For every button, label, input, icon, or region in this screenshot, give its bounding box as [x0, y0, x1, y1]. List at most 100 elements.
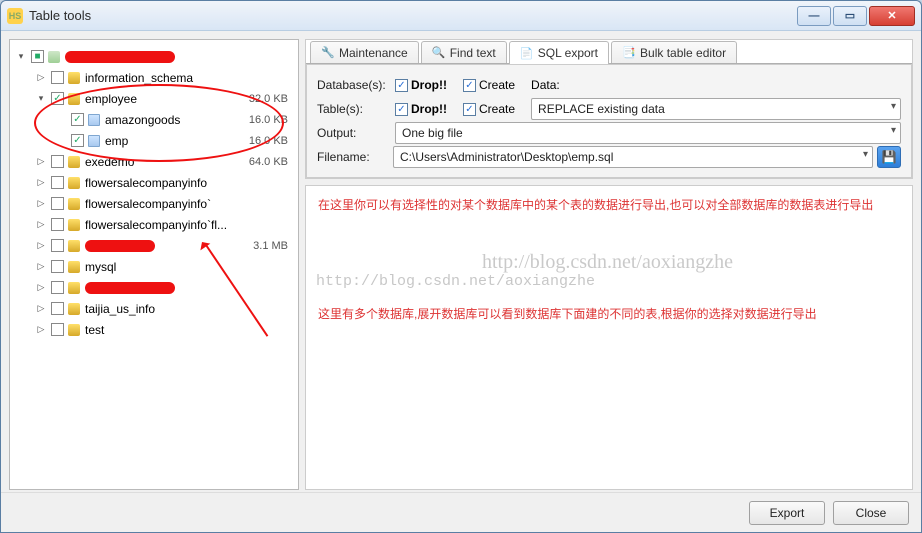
- chk-db-create[interactable]: ✓Create: [463, 78, 515, 92]
- checkbox[interactable]: [51, 218, 64, 231]
- database-icon: [67, 323, 81, 337]
- database-tree[interactable]: ▾ ■ ▷ information_schema ▾✓employee32.0 KB…: [9, 39, 299, 490]
- expander-icon[interactable]: ▷: [34, 156, 48, 167]
- close-button[interactable]: Close: [833, 501, 909, 525]
- database-icon: [67, 176, 81, 190]
- export-button[interactable]: Export: [749, 501, 825, 525]
- minimize-button[interactable]: —: [797, 6, 831, 26]
- chk-db-drop[interactable]: ✓Drop!!: [395, 78, 447, 92]
- tree-row[interactable]: ▷mysql: [10, 256, 298, 277]
- tree-label: information_schema: [85, 71, 288, 85]
- chk-tb-create[interactable]: ✓Create: [463, 102, 515, 116]
- row-table: Table(s): ✓Drop!! ✓Create REPLACE existi…: [317, 97, 901, 121]
- checkbox[interactable]: [51, 197, 64, 210]
- checkbox[interactable]: ✓: [71, 134, 84, 147]
- tab-label: Bulk table editor: [640, 46, 726, 60]
- tab-find-text[interactable]: 🔍 Find text: [421, 41, 507, 63]
- tree-label: emp: [105, 134, 249, 148]
- checkbox[interactable]: [51, 155, 64, 168]
- expander-icon[interactable]: ▷: [34, 324, 48, 335]
- tab-icon: 📄: [520, 46, 534, 60]
- checkbox[interactable]: [51, 323, 64, 336]
- row-database: Database(s): ✓Drop!! ✓Create Data:: [317, 73, 901, 97]
- combo-data-mode[interactable]: REPLACE existing data: [531, 98, 901, 120]
- tree-row[interactable]: ▷exedemo64.0 KB: [10, 151, 298, 172]
- checkbox[interactable]: [51, 302, 64, 315]
- expander-icon[interactable]: ▷: [34, 198, 48, 209]
- database-icon: [67, 302, 81, 316]
- expander-icon[interactable]: ▷: [34, 219, 48, 230]
- tab-bulk-table-editor[interactable]: 📑 Bulk table editor: [611, 41, 737, 63]
- right-panel: 🔧Maintenance 🔍 Find text 📄SQL export 📑 Bulk t…: [305, 39, 913, 490]
- tree-row[interactable]: ✓ emp16.0 KB: [10, 130, 298, 151]
- tab-maintenance[interactable]: 🔧Maintenance: [310, 41, 419, 63]
- tree-row[interactable]: ▷: [10, 277, 298, 298]
- tree-label: test: [85, 323, 288, 337]
- expander-icon[interactable]: ▷: [34, 72, 48, 83]
- tree-row[interactable]: ▷flowersalecompanyinfo`: [10, 193, 298, 214]
- tab-label: Find text: [450, 46, 496, 60]
- close-window-button[interactable]: ✕: [869, 6, 915, 26]
- checkbox[interactable]: [51, 71, 64, 84]
- save-file-button[interactable]: 💾: [877, 146, 901, 168]
- label-output: Output:: [317, 126, 389, 140]
- watermark-text-mono: http://blog.csdn.net/aoxiangzhe: [316, 270, 595, 294]
- checkbox[interactable]: [51, 176, 64, 189]
- expander-icon[interactable]: ▷: [34, 282, 48, 293]
- chk-tb-drop[interactable]: ✓Drop!!: [395, 102, 447, 116]
- tree-row[interactable]: ▷3.1 MB: [10, 235, 298, 256]
- checkbox[interactable]: [51, 260, 64, 273]
- expander-icon[interactable]: ▾: [34, 93, 48, 104]
- size-label: 16.0 KB: [249, 135, 288, 147]
- tree-row[interactable]: ✓amazongoods16.0 KB: [10, 109, 298, 130]
- expander-icon[interactable]: ▷: [34, 303, 48, 314]
- expander-icon[interactable]: ▷: [34, 261, 48, 272]
- titlebar[interactable]: HS Table tools — ▭ ✕: [1, 1, 921, 31]
- tab-icon: 📑: [622, 46, 636, 60]
- database-icon: [67, 281, 81, 295]
- button-bar: Export Close: [1, 492, 921, 532]
- checkbox[interactable]: ■: [31, 50, 44, 63]
- database-icon: [67, 197, 81, 211]
- main-area: ▾ ■ ▷ information_schema ▾✓employee32.0 KB…: [1, 31, 921, 490]
- checkbox[interactable]: ✓: [71, 113, 84, 126]
- export-form: Database(s): ✓Drop!! ✓Create Data: Table…: [306, 64, 912, 178]
- checkbox[interactable]: ✓: [51, 92, 64, 105]
- label-filename: Filename:: [317, 150, 389, 164]
- tree-row[interactable]: ▾✓employee32.0 KB: [10, 88, 298, 109]
- redacted-label: [65, 51, 175, 63]
- expander-icon[interactable]: ▷: [34, 240, 48, 251]
- size-label: 64.0 KB: [249, 156, 288, 168]
- expander-icon[interactable]: ▷: [34, 177, 48, 188]
- table-icon: [87, 134, 101, 148]
- checkbox[interactable]: [51, 239, 64, 252]
- checkbox[interactable]: [51, 281, 64, 294]
- tree-row[interactable]: ▷flowersalecompanyinfo`fl...: [10, 214, 298, 235]
- tab-sql-export[interactable]: 📄SQL export: [509, 41, 609, 64]
- client-area: ▾ ■ ▷ information_schema ▾✓employee32.0 KB…: [1, 31, 921, 532]
- app-icon: HS: [7, 8, 23, 24]
- input-filename[interactable]: C:\Users\Administrator\Desktop\emp.sql: [393, 146, 873, 168]
- disk-icon: 💾: [882, 150, 897, 164]
- tree-row[interactable]: ▷taijia_us_info: [10, 298, 298, 319]
- combo-output[interactable]: One big file: [395, 122, 901, 144]
- maximize-button[interactable]: ▭: [833, 6, 867, 26]
- annotation-text-2: 这里有多个数据库,展开数据库可以看到数据库下面建的不同的表,根据你的选择对数据进…: [318, 305, 900, 324]
- tree-row[interactable]: ▷ information_schema: [10, 67, 298, 88]
- label-table: Table(s):: [317, 102, 389, 116]
- tree-row[interactable]: ▷ test: [10, 319, 298, 340]
- tab-label: Maintenance: [339, 46, 408, 60]
- tree-root[interactable]: ▾ ■: [10, 46, 298, 67]
- tree-row[interactable]: ▷ flowersalecompanyinfo: [10, 172, 298, 193]
- log-area: 在这里你可以有选择性的对某个数据库中的某个表的数据进行导出,也可以对全部数据库的…: [305, 185, 913, 490]
- app-window: HS Table tools — ▭ ✕ ▾ ■ ▷ information_sc…: [0, 0, 922, 533]
- tabstrip: 🔧Maintenance 🔍 Find text 📄SQL export 📑 Bulk t…: [306, 40, 912, 64]
- window-title: Table tools: [29, 8, 797, 23]
- database-icon: [67, 260, 81, 274]
- tree-label: flowersalecompanyinfo: [85, 176, 288, 190]
- size-label: 16.0 KB: [249, 114, 288, 126]
- expander-icon[interactable]: ▾: [14, 51, 28, 62]
- label-database: Database(s):: [317, 78, 389, 92]
- tab-icon: 🔍: [432, 46, 446, 60]
- window-controls: — ▭ ✕: [797, 6, 915, 26]
